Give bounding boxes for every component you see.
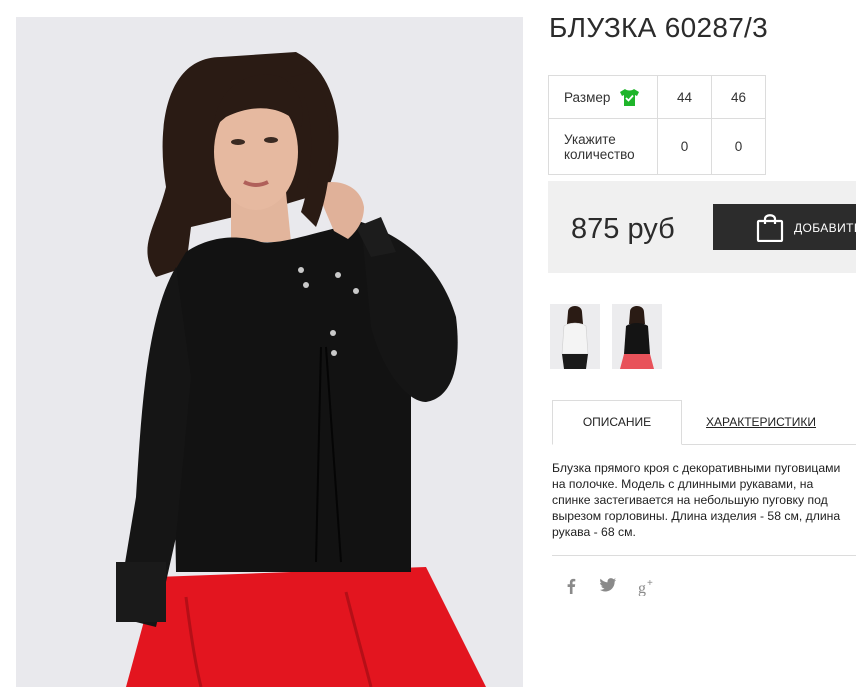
facebook-icon[interactable]: [566, 578, 576, 594]
add-to-cart-label: ДОБАВИТЬ: [794, 221, 856, 235]
size-option-44[interactable]: 44: [657, 75, 712, 119]
tshirt-check-icon[interactable]: [620, 88, 640, 106]
product-description: Блузка прямого кроя с декоративными пуго…: [552, 461, 841, 539]
size-label: Размер: [564, 89, 611, 105]
shopping-bag-icon: [756, 212, 784, 243]
product-title: БЛУЗКА 60287/3: [549, 12, 769, 43]
size-row: Размер 44 46: [548, 75, 766, 119]
add-to-cart-button[interactable]: ДОБАВИТЬ: [713, 204, 856, 250]
twitter-icon[interactable]: [600, 578, 616, 592]
quantity-input-46[interactable]: 0: [711, 118, 766, 175]
thumbnail-white-blouse[interactable]: [550, 304, 600, 369]
svg-text:+: +: [647, 578, 653, 589]
quantity-row: Укажите количество 0 0: [548, 118, 766, 175]
quantity-input-44[interactable]: 0: [657, 118, 712, 175]
size-quantity-table: Размер 44 46 Укажите количество 0 0: [548, 75, 766, 175]
thumbnail-black-blouse[interactable]: [612, 304, 662, 369]
price-panel: 875 руб ДОБАВИТЬ: [548, 181, 856, 273]
tab-description[interactable]: ОПИСАНИЕ: [552, 400, 682, 445]
google-plus-icon[interactable]: g +: [638, 578, 656, 596]
quantity-label: Укажите количество: [548, 118, 658, 175]
size-label-cell: Размер: [548, 75, 658, 119]
tab-characteristics[interactable]: ХАРАКТЕРИСТИКИ: [706, 415, 816, 429]
svg-text:g: g: [638, 580, 646, 596]
product-main-photo[interactable]: [16, 17, 523, 687]
section-divider: [552, 555, 856, 556]
price: 875 руб: [571, 213, 675, 245]
size-option-46[interactable]: 46: [711, 75, 766, 119]
